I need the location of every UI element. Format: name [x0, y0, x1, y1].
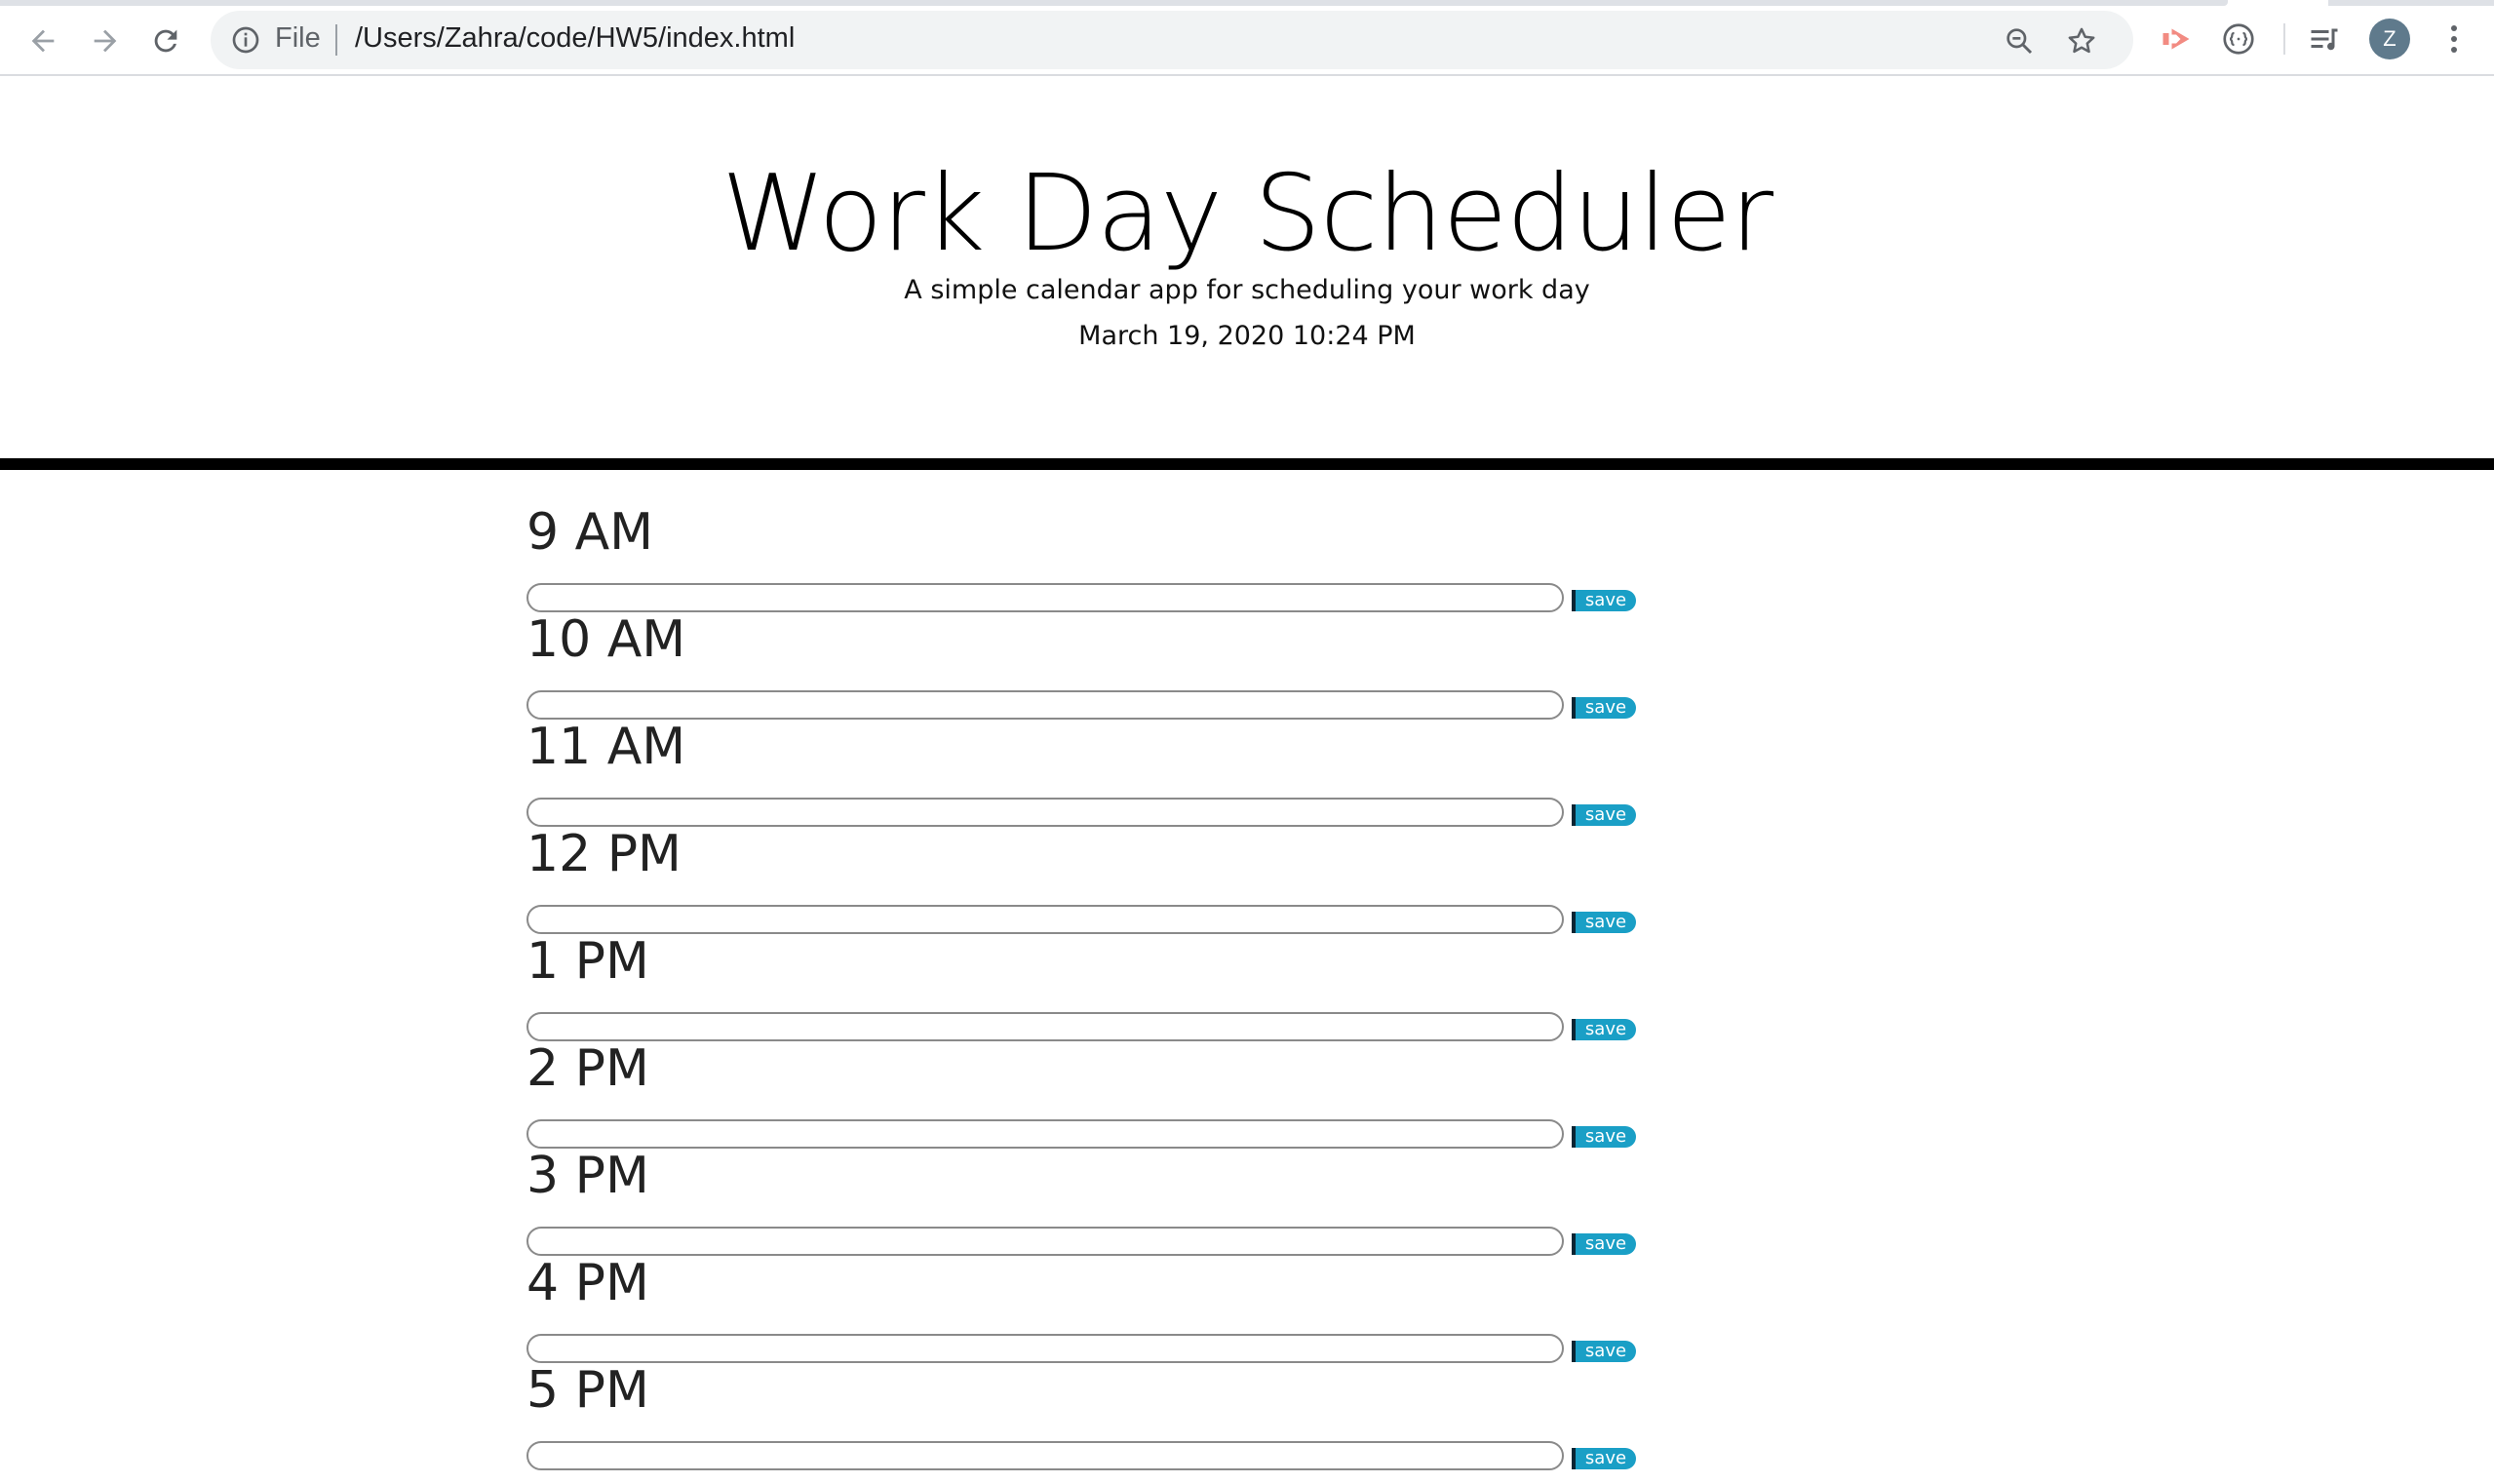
hour-label: 3 PM — [526, 1147, 649, 1205]
save-button[interactable]: save — [1572, 912, 1636, 933]
forward-arrow-icon — [94, 29, 117, 53]
forward-button[interactable] — [82, 18, 129, 64]
browser-menu-icon[interactable] — [2439, 20, 2469, 59]
current-date: March 19, 2020 10:24 PM — [1078, 321, 1416, 351]
bookmark-star-icon[interactable] — [2065, 24, 2098, 58]
hour-label: 11 AM — [526, 718, 686, 776]
browser-toolbar: File /Users/Zahra/code/HW5/index.html Z — [0, 0, 2494, 76]
task-input[interactable] — [526, 1441, 1564, 1470]
time-block: 5 PM save — [526, 1365, 1638, 1472]
hour-label: 10 AM — [526, 610, 686, 669]
save-button[interactable]: save — [1572, 1448, 1636, 1469]
save-button[interactable]: save — [1572, 590, 1636, 611]
scheme-separator — [335, 24, 337, 56]
page-title: Work Day Scheduler — [721, 153, 1773, 275]
save-button[interactable]: save — [1572, 1341, 1636, 1362]
extension-arrow-icon[interactable] — [2159, 21, 2194, 57]
task-input[interactable] — [526, 798, 1564, 827]
save-button[interactable]: save — [1572, 804, 1636, 826]
reload-icon — [154, 29, 177, 53]
hour-label: 1 PM — [526, 932, 649, 991]
time-block: 2 PM save — [526, 1043, 1638, 1151]
task-input[interactable] — [526, 1227, 1564, 1256]
hour-label: 2 PM — [526, 1039, 649, 1098]
hour-label: 12 PM — [526, 825, 682, 883]
page-subtitle: A simple calendar app for scheduling you… — [904, 275, 1590, 305]
hour-label: 4 PM — [526, 1254, 649, 1312]
task-input[interactable] — [526, 905, 1564, 934]
time-block: 12 PM save — [526, 829, 1638, 936]
save-button[interactable]: save — [1572, 1019, 1636, 1040]
zoom-out-icon[interactable] — [2003, 24, 2036, 58]
time-block: 9 AM save — [526, 507, 1638, 614]
reload-button[interactable] — [142, 18, 189, 64]
url-scheme-label: File — [275, 22, 321, 54]
hour-label: 5 PM — [526, 1361, 649, 1420]
time-block: 3 PM save — [526, 1151, 1638, 1258]
task-input[interactable] — [526, 583, 1564, 612]
page-header: Work Day Scheduler A simple calendar app… — [0, 78, 2494, 470]
time-block: 11 AM save — [526, 722, 1638, 829]
back-button[interactable] — [19, 18, 66, 64]
time-block: 1 PM save — [526, 936, 1638, 1043]
save-button[interactable]: save — [1572, 697, 1636, 719]
extension-brackets-icon[interactable] — [2221, 21, 2256, 57]
schedule-container: 9 AM save 10 AM save 11 AM save 12 PM sa… — [526, 507, 1638, 1472]
hour-label: 9 AM — [526, 503, 654, 562]
task-input[interactable] — [526, 1334, 1564, 1363]
media-queue-icon[interactable] — [2307, 21, 2342, 57]
time-block: 10 AM save — [526, 614, 1638, 722]
tab-strip-edge — [0, 0, 2228, 6]
task-input[interactable] — [526, 1119, 1564, 1149]
info-icon[interactable] — [230, 24, 261, 56]
task-input[interactable] — [526, 690, 1564, 720]
url-text[interactable]: /Users/Zahra/code/HW5/index.html — [355, 22, 795, 55]
tab-strip-edge-right — [2328, 0, 2494, 6]
profile-avatar[interactable]: Z — [2369, 19, 2410, 59]
save-button[interactable]: save — [1572, 1126, 1636, 1148]
address-bar[interactable]: File /Users/Zahra/code/HW5/index.html — [211, 11, 2133, 69]
task-input[interactable] — [526, 1012, 1564, 1041]
save-button[interactable]: save — [1572, 1233, 1636, 1255]
time-block: 4 PM save — [526, 1258, 1638, 1365]
back-arrow-icon — [31, 29, 55, 53]
toolbar-divider — [2283, 23, 2285, 55]
